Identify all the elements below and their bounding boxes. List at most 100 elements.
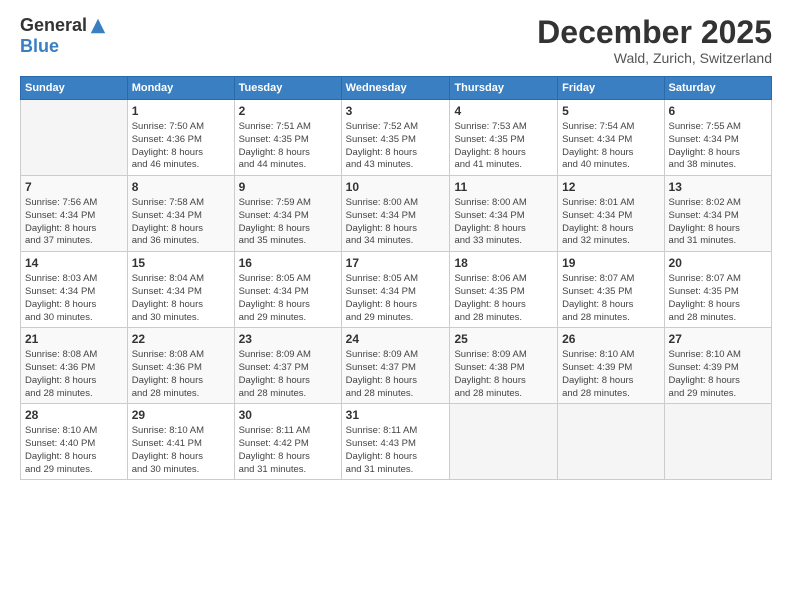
calendar-cell: 2Sunrise: 7:51 AMSunset: 4:35 PMDaylight…: [234, 100, 341, 176]
col-thursday: Thursday: [450, 77, 558, 100]
day-number: 4: [454, 103, 553, 120]
day-info: Sunrise: 8:10 AMSunset: 4:39 PMDaylight:…: [669, 349, 767, 400]
day-info: Sunrise: 7:55 AMSunset: 4:34 PMDaylight:…: [669, 121, 767, 172]
day-info: Sunrise: 8:07 AMSunset: 4:35 PMDaylight:…: [562, 273, 659, 324]
month-title: December 2025: [537, 15, 772, 50]
day-number: 20: [669, 255, 767, 272]
calendar-cell: 13Sunrise: 8:02 AMSunset: 4:34 PMDayligh…: [664, 176, 771, 252]
day-info: Sunrise: 8:09 AMSunset: 4:37 PMDaylight:…: [346, 349, 446, 400]
day-info: Sunrise: 8:06 AMSunset: 4:35 PMDaylight:…: [454, 273, 553, 324]
day-info: Sunrise: 8:07 AMSunset: 4:35 PMDaylight:…: [669, 273, 767, 324]
day-number: 23: [239, 331, 337, 348]
day-info: Sunrise: 8:02 AMSunset: 4:34 PMDaylight:…: [669, 197, 767, 248]
day-info: Sunrise: 8:09 AMSunset: 4:37 PMDaylight:…: [239, 349, 337, 400]
calendar-cell: 20Sunrise: 8:07 AMSunset: 4:35 PMDayligh…: [664, 252, 771, 328]
day-number: 10: [346, 179, 446, 196]
day-number: 28: [25, 407, 123, 424]
day-info: Sunrise: 7:53 AMSunset: 4:35 PMDaylight:…: [454, 121, 553, 172]
calendar-cell: 1Sunrise: 7:50 AMSunset: 4:36 PMDaylight…: [127, 100, 234, 176]
day-number: 21: [25, 331, 123, 348]
day-number: 12: [562, 179, 659, 196]
day-info: Sunrise: 8:11 AMSunset: 4:43 PMDaylight:…: [346, 425, 446, 476]
calendar-cell: 28Sunrise: 8:10 AMSunset: 4:40 PMDayligh…: [21, 404, 128, 480]
calendar-cell: 9Sunrise: 7:59 AMSunset: 4:34 PMDaylight…: [234, 176, 341, 252]
day-number: 25: [454, 331, 553, 348]
calendar-cell: 22Sunrise: 8:08 AMSunset: 4:36 PMDayligh…: [127, 328, 234, 404]
page: General Blue December 2025 Wald, Zurich,…: [0, 0, 792, 612]
day-number: 7: [25, 179, 123, 196]
col-friday: Friday: [558, 77, 664, 100]
day-number: 5: [562, 103, 659, 120]
calendar-body: 1Sunrise: 7:50 AMSunset: 4:36 PMDaylight…: [21, 100, 772, 480]
day-number: 15: [132, 255, 230, 272]
header: General Blue December 2025 Wald, Zurich,…: [20, 15, 772, 66]
logo-blue-text: Blue: [20, 36, 59, 57]
calendar-cell: 4Sunrise: 7:53 AMSunset: 4:35 PMDaylight…: [450, 100, 558, 176]
day-number: 9: [239, 179, 337, 196]
day-number: 30: [239, 407, 337, 424]
calendar-cell: 19Sunrise: 8:07 AMSunset: 4:35 PMDayligh…: [558, 252, 664, 328]
calendar-week-row: 21Sunrise: 8:08 AMSunset: 4:36 PMDayligh…: [21, 328, 772, 404]
day-number: 1: [132, 103, 230, 120]
calendar-cell: 26Sunrise: 8:10 AMSunset: 4:39 PMDayligh…: [558, 328, 664, 404]
day-info: Sunrise: 8:05 AMSunset: 4:34 PMDaylight:…: [346, 273, 446, 324]
calendar-cell: 12Sunrise: 8:01 AMSunset: 4:34 PMDayligh…: [558, 176, 664, 252]
day-info: Sunrise: 8:08 AMSunset: 4:36 PMDaylight:…: [25, 349, 123, 400]
col-saturday: Saturday: [664, 77, 771, 100]
day-info: Sunrise: 7:54 AMSunset: 4:34 PMDaylight:…: [562, 121, 659, 172]
day-info: Sunrise: 8:09 AMSunset: 4:38 PMDaylight:…: [454, 349, 553, 400]
location: Wald, Zurich, Switzerland: [537, 50, 772, 66]
logo-general-text: General: [20, 15, 87, 36]
calendar-cell: 24Sunrise: 8:09 AMSunset: 4:37 PMDayligh…: [341, 328, 450, 404]
calendar-table: Sunday Monday Tuesday Wednesday Thursday…: [20, 76, 772, 480]
calendar-cell: 8Sunrise: 7:58 AMSunset: 4:34 PMDaylight…: [127, 176, 234, 252]
day-number: 18: [454, 255, 553, 272]
day-number: 31: [346, 407, 446, 424]
day-info: Sunrise: 8:10 AMSunset: 4:39 PMDaylight:…: [562, 349, 659, 400]
header-row: Sunday Monday Tuesday Wednesday Thursday…: [21, 77, 772, 100]
day-info: Sunrise: 8:01 AMSunset: 4:34 PMDaylight:…: [562, 197, 659, 248]
day-number: 14: [25, 255, 123, 272]
calendar-cell: 5Sunrise: 7:54 AMSunset: 4:34 PMDaylight…: [558, 100, 664, 176]
calendar-cell: 11Sunrise: 8:00 AMSunset: 4:34 PMDayligh…: [450, 176, 558, 252]
calendar-week-row: 1Sunrise: 7:50 AMSunset: 4:36 PMDaylight…: [21, 100, 772, 176]
calendar-header: Sunday Monday Tuesday Wednesday Thursday…: [21, 77, 772, 100]
calendar-cell: 21Sunrise: 8:08 AMSunset: 4:36 PMDayligh…: [21, 328, 128, 404]
day-number: 19: [562, 255, 659, 272]
day-number: 22: [132, 331, 230, 348]
day-info: Sunrise: 7:56 AMSunset: 4:34 PMDaylight:…: [25, 197, 123, 248]
day-number: 8: [132, 179, 230, 196]
calendar-cell: 10Sunrise: 8:00 AMSunset: 4:34 PMDayligh…: [341, 176, 450, 252]
calendar-cell: 29Sunrise: 8:10 AMSunset: 4:41 PMDayligh…: [127, 404, 234, 480]
day-info: Sunrise: 7:51 AMSunset: 4:35 PMDaylight:…: [239, 121, 337, 172]
day-info: Sunrise: 8:05 AMSunset: 4:34 PMDaylight:…: [239, 273, 337, 324]
day-info: Sunrise: 8:03 AMSunset: 4:34 PMDaylight:…: [25, 273, 123, 324]
calendar-week-row: 28Sunrise: 8:10 AMSunset: 4:40 PMDayligh…: [21, 404, 772, 480]
col-wednesday: Wednesday: [341, 77, 450, 100]
calendar-cell: [664, 404, 771, 480]
day-info: Sunrise: 8:00 AMSunset: 4:34 PMDaylight:…: [346, 197, 446, 248]
calendar-cell: 17Sunrise: 8:05 AMSunset: 4:34 PMDayligh…: [341, 252, 450, 328]
calendar-cell: [450, 404, 558, 480]
day-number: 17: [346, 255, 446, 272]
day-number: 3: [346, 103, 446, 120]
calendar-cell: 27Sunrise: 8:10 AMSunset: 4:39 PMDayligh…: [664, 328, 771, 404]
day-number: 2: [239, 103, 337, 120]
calendar-cell: 16Sunrise: 8:05 AMSunset: 4:34 PMDayligh…: [234, 252, 341, 328]
day-number: 27: [669, 331, 767, 348]
day-number: 16: [239, 255, 337, 272]
col-sunday: Sunday: [21, 77, 128, 100]
calendar-cell: 6Sunrise: 7:55 AMSunset: 4:34 PMDaylight…: [664, 100, 771, 176]
calendar-cell: [21, 100, 128, 176]
day-info: Sunrise: 7:50 AMSunset: 4:36 PMDaylight:…: [132, 121, 230, 172]
logo: General Blue: [20, 15, 107, 57]
logo-icon: [89, 17, 107, 35]
title-block: December 2025 Wald, Zurich, Switzerland: [537, 15, 772, 66]
calendar-week-row: 7Sunrise: 7:56 AMSunset: 4:34 PMDaylight…: [21, 176, 772, 252]
calendar-cell: 14Sunrise: 8:03 AMSunset: 4:34 PMDayligh…: [21, 252, 128, 328]
calendar-cell: 18Sunrise: 8:06 AMSunset: 4:35 PMDayligh…: [450, 252, 558, 328]
day-number: 26: [562, 331, 659, 348]
day-info: Sunrise: 8:00 AMSunset: 4:34 PMDaylight:…: [454, 197, 553, 248]
calendar-cell: 15Sunrise: 8:04 AMSunset: 4:34 PMDayligh…: [127, 252, 234, 328]
calendar-cell: 30Sunrise: 8:11 AMSunset: 4:42 PMDayligh…: [234, 404, 341, 480]
